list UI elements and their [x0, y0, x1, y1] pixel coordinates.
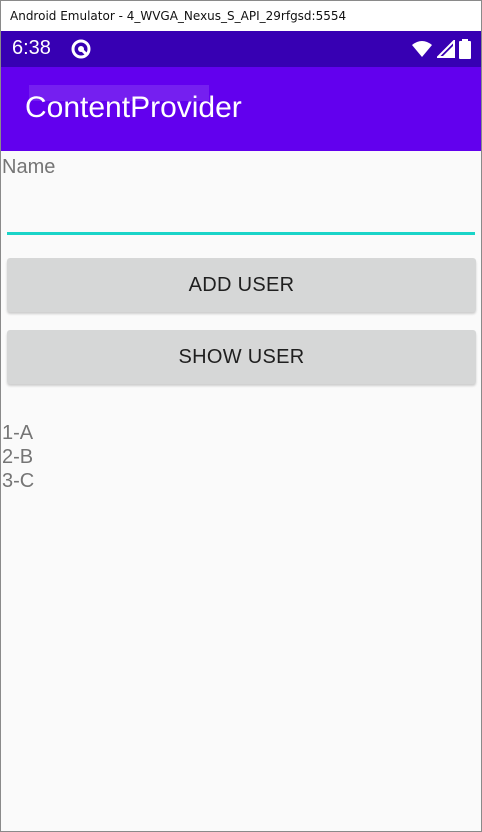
emulator-window: Android Emulator - 4_WVGA_Nexus_S_API_29…	[0, 0, 482, 832]
name-input[interactable]	[7, 195, 475, 235]
app-bar: ContentProvider	[1, 67, 481, 151]
app-title: ContentProvider	[25, 91, 242, 124]
window-titlebar[interactable]: Android Emulator - 4_WVGA_Nexus_S_API_29…	[1, 1, 481, 31]
status-time: 6:38	[12, 37, 51, 59]
signal-icon	[437, 40, 455, 58]
wifi-icon	[412, 41, 432, 57]
status-bar: 6:38	[1, 31, 481, 67]
main-content: Name ADD USER SHOW USER 1-A 2-B 3-C	[1, 151, 481, 831]
list-item: 1-A	[2, 422, 34, 444]
add-user-button[interactable]: ADD USER	[7, 258, 476, 312]
status-icons	[411, 39, 471, 59]
window-title: Android Emulator - 4_WVGA_Nexus_S_API_29…	[10, 9, 347, 23]
list-item: 2-B	[2, 446, 34, 468]
user-list: 1-A 2-B 3-C	[2, 421, 34, 493]
name-label: Name	[2, 156, 56, 178]
sync-icon	[71, 39, 91, 59]
list-item: 3-C	[2, 470, 35, 492]
battery-icon	[459, 39, 471, 59]
show-user-button[interactable]: SHOW USER	[7, 330, 476, 384]
